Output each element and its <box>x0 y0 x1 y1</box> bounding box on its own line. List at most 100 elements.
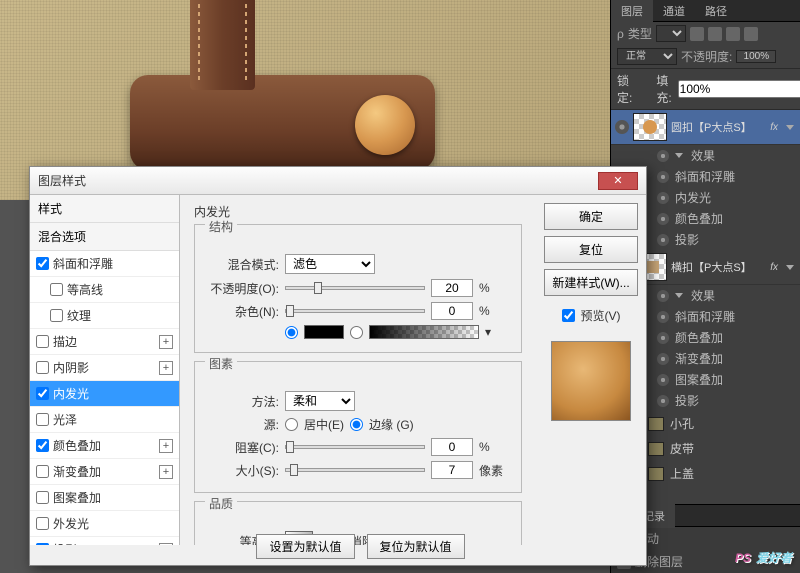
gold-knob <box>355 95 415 155</box>
fx-badge[interactable]: fx <box>766 122 782 133</box>
filter-icon[interactable] <box>726 27 740 41</box>
filter-kind[interactable] <box>656 25 686 42</box>
noise-label: 杂色(N): <box>205 303 279 320</box>
fx-badge[interactable]: fx <box>766 262 782 273</box>
new-style-button[interactable]: 新建样式(W)... <box>544 269 638 296</box>
blending-options[interactable]: 混合选项 <box>30 223 179 251</box>
quality-legend: 品质 <box>205 495 237 512</box>
add-instance-icon[interactable]: + <box>159 439 173 453</box>
structure-legend: 结构 <box>205 218 237 235</box>
choke-label: 阻塞(C): <box>205 439 279 456</box>
dialog-titlebar[interactable]: 图层样式 ✕ <box>30 167 646 195</box>
layer-style-dialog: 图层样式 ✕ 样式 混合选项 斜面和浮雕等高线纹理描边+内阴影+内发光光泽颜色叠… <box>29 166 647 566</box>
opacity-label: 不透明度: <box>681 48 732 65</box>
layer-name: 横扣【P大点S】 <box>671 259 762 275</box>
noise-input[interactable] <box>431 302 473 320</box>
choke-input[interactable] <box>431 438 473 456</box>
layer-name: 圆扣【P大点S】 <box>671 119 762 135</box>
gradient-swatch[interactable] <box>369 325 479 339</box>
color-swatch[interactable] <box>304 325 344 339</box>
opacity-input[interactable] <box>431 279 473 297</box>
tab-channels[interactable]: 通道 <box>653 0 695 23</box>
style-preview <box>551 341 631 421</box>
style-check[interactable] <box>36 361 49 374</box>
opacity-slider[interactable] <box>285 286 425 290</box>
reset-default-button[interactable]: 复位为默认值 <box>367 534 465 559</box>
style-option[interactable]: 纹理 <box>30 303 179 329</box>
choke-slider[interactable] <box>285 445 425 449</box>
fill-label: 填充: <box>656 72 671 106</box>
close-icon[interactable]: ✕ <box>598 172 638 190</box>
style-option[interactable]: 图案叠加 <box>30 485 179 511</box>
leather-strap <box>190 0 255 90</box>
noise-slider[interactable] <box>285 309 425 313</box>
style-check[interactable] <box>36 335 49 348</box>
elements-legend: 图素 <box>205 355 237 372</box>
folder-icon <box>648 417 664 431</box>
make-default-button[interactable]: 设置为默认值 <box>256 534 354 559</box>
style-option[interactable]: 等高线 <box>30 277 179 303</box>
color-radio[interactable] <box>285 326 298 339</box>
opacity-value[interactable] <box>736 50 776 63</box>
ok-button[interactable]: 确定 <box>544 203 638 230</box>
style-option[interactable]: 光泽 <box>30 407 179 433</box>
watermark: PS 爱好者 <box>735 546 792 567</box>
style-option[interactable]: 内阴影+ <box>30 355 179 381</box>
source-edge-radio[interactable] <box>350 418 363 431</box>
filter-icon[interactable] <box>708 27 722 41</box>
add-instance-icon[interactable]: + <box>159 465 173 479</box>
add-instance-icon[interactable]: + <box>159 335 173 349</box>
style-check[interactable] <box>36 413 49 426</box>
dialog-right: 确定 复位 新建样式(W)... 预览(V) <box>536 195 646 545</box>
filter-kind-label: 类型 <box>628 25 652 42</box>
size-slider[interactable] <box>285 468 425 472</box>
technique-select[interactable]: 柔和 <box>285 391 355 411</box>
effect-item[interactable]: 效果 <box>611 145 800 166</box>
preview-check[interactable] <box>562 309 575 322</box>
folder-icon <box>648 442 664 456</box>
lock-label: 锁定: <box>617 72 632 106</box>
source-center-radio[interactable] <box>285 418 298 431</box>
style-check[interactable] <box>50 309 63 322</box>
visibility-icon[interactable] <box>615 120 629 134</box>
add-instance-icon[interactable]: + <box>159 361 173 375</box>
style-check[interactable] <box>36 439 49 452</box>
dialog-title: 图层样式 <box>38 172 598 189</box>
style-check[interactable] <box>36 465 49 478</box>
style-check[interactable] <box>36 491 49 504</box>
filter-icon[interactable] <box>690 27 704 41</box>
style-check[interactable] <box>36 387 49 400</box>
opacity-label: 不透明度(O): <box>205 280 279 297</box>
add-instance-icon[interactable]: + <box>159 543 173 546</box>
source-label: 源: <box>205 416 279 433</box>
gradient-radio[interactable] <box>350 326 363 339</box>
style-check[interactable] <box>50 283 63 296</box>
tab-layers[interactable]: 图层 <box>611 0 653 23</box>
technique-label: 方法: <box>205 393 279 410</box>
folder-icon <box>648 467 664 481</box>
style-settings: 内发光 结构 混合模式:滤色 不透明度(O):% 杂色(N):% ▾ 图素 方法… <box>180 195 536 545</box>
style-option[interactable]: 外发光 <box>30 511 179 537</box>
style-option[interactable]: 描边+ <box>30 329 179 355</box>
fill-value[interactable] <box>678 80 800 98</box>
blend-mode-label: 混合模式: <box>205 256 279 273</box>
size-input[interactable] <box>431 461 473 479</box>
style-check[interactable] <box>36 257 49 270</box>
filter-icon[interactable] <box>744 27 758 41</box>
style-check[interactable] <box>36 517 49 530</box>
styles-header[interactable]: 样式 <box>30 195 179 223</box>
style-option[interactable]: 投影+ <box>30 537 179 545</box>
style-option[interactable]: 渐变叠加+ <box>30 459 179 485</box>
style-option[interactable]: 颜色叠加+ <box>30 433 179 459</box>
style-option[interactable]: 内发光 <box>30 381 179 407</box>
style-sidebar: 样式 混合选项 斜面和浮雕等高线纹理描边+内阴影+内发光光泽颜色叠加+渐变叠加+… <box>30 195 180 545</box>
tab-paths[interactable]: 路径 <box>695 0 737 23</box>
style-check[interactable] <box>36 543 49 545</box>
layer-item[interactable]: 圆扣【P大点S】 fx <box>611 110 800 145</box>
cancel-button[interactable]: 复位 <box>544 236 638 263</box>
section-title: 内发光 <box>194 203 522 220</box>
blend-mode[interactable]: 正常 <box>617 48 677 65</box>
blend-mode-select[interactable]: 滤色 <box>285 254 375 274</box>
panel-tabs: 图层 通道 路径 <box>611 0 800 22</box>
style-option[interactable]: 斜面和浮雕 <box>30 251 179 277</box>
